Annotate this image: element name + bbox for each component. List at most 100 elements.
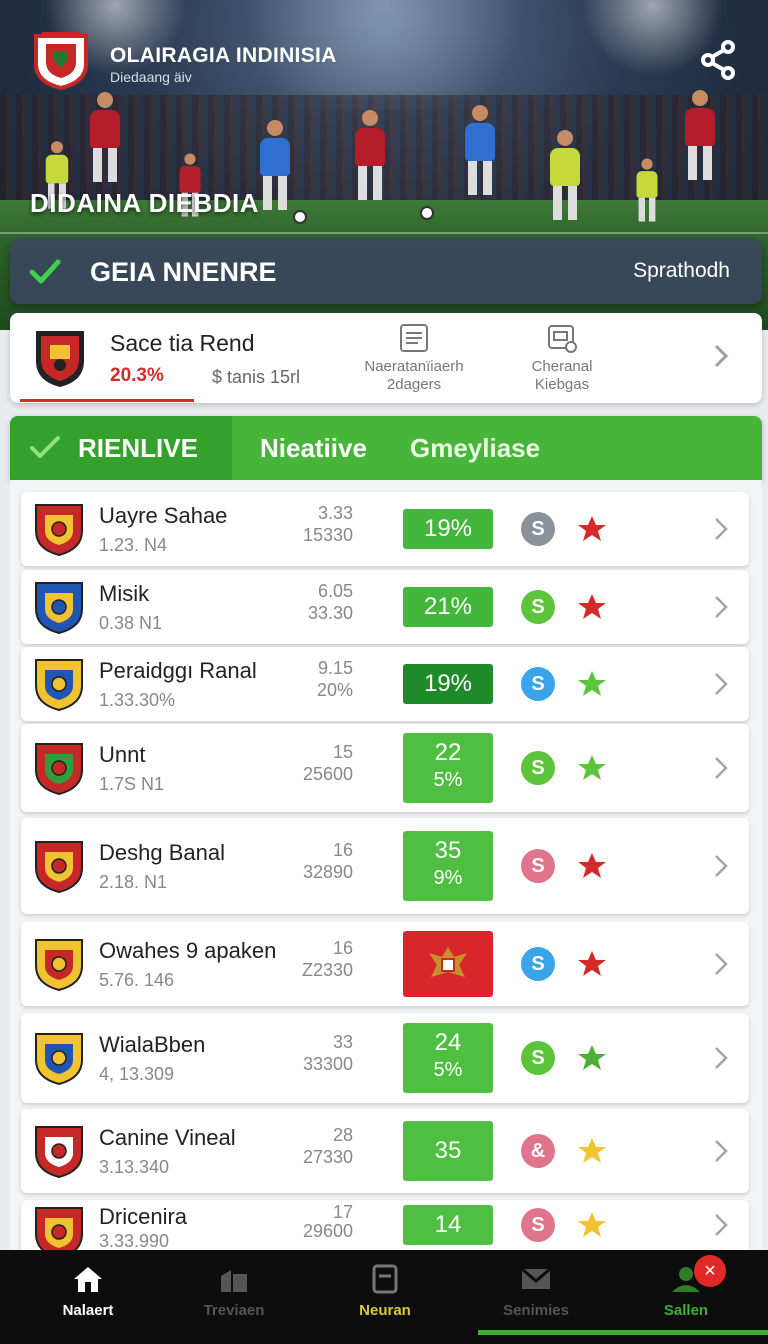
rating-pill[interactable]: 21% — [403, 587, 493, 627]
table-row[interactable]: Deshg Banal 2.18. N1 16 32890 35 9% S — [21, 818, 749, 914]
rating-pill[interactable]: 35 9% — [403, 831, 493, 901]
coin-icon[interactable]: & — [521, 1134, 555, 1168]
team-stat1: 15 — [332, 742, 353, 762]
tab-gmeyliase[interactable]: Gmeyliase — [410, 433, 540, 464]
action2-label[interactable]: Cheranal Kiebgas — [510, 358, 614, 394]
team-sub: 1.7S N1 — [99, 774, 165, 794]
buildings-icon — [221, 1270, 247, 1292]
chevron-right-icon[interactable] — [711, 671, 731, 697]
status-right-label[interactable]: Sprathodh — [633, 259, 730, 283]
share-icon[interactable] — [696, 38, 740, 82]
star-icon[interactable] — [577, 851, 607, 881]
team-crest-icon — [35, 1126, 83, 1179]
chevron-right-icon[interactable] — [711, 1212, 731, 1238]
rating-pill[interactable]: 19% — [403, 664, 493, 704]
nav-item-mail[interactable]: Senimies — [476, 1264, 596, 1334]
rating-value: 19% — [423, 670, 473, 697]
team-stat2: 33300 — [302, 1054, 353, 1074]
chevron-right-icon[interactable] — [711, 594, 731, 620]
rating-value: 35 — [434, 1137, 462, 1164]
table-row[interactable]: Owahes 9 apaken 5.76. 146 16 Z2330 S — [21, 922, 749, 1006]
team-name: Canine Vineal — [99, 1125, 236, 1150]
nav-item-home[interactable]: Nalaert — [28, 1264, 148, 1334]
document-icon[interactable] — [398, 323, 430, 353]
team-sub: 1.33.30% — [99, 690, 176, 710]
chevron-right-icon[interactable] — [711, 755, 731, 781]
status-bar[interactable]: GEIA NNENRE Sprathodh — [10, 238, 762, 304]
table-row[interactable]: Canine Vineal 3.13.340 28 27330 35 & — [21, 1109, 749, 1193]
star-icon[interactable] — [577, 1136, 607, 1166]
team-sub: 3.13.340 — [99, 1157, 170, 1177]
pitch-line — [0, 232, 768, 234]
team-stat2: 25600 — [302, 764, 353, 784]
coin-icon[interactable]: S — [521, 947, 555, 981]
star-icon[interactable] — [577, 949, 607, 979]
nav-item-news[interactable]: Neuran — [325, 1264, 445, 1334]
action1-label[interactable]: Naeratanïiaerh 2dagers — [342, 358, 486, 394]
team-sub: 4, 13.309 — [99, 1064, 175, 1084]
table-row[interactable]: WialaBben 4, 13.309 33 33300 24 5% S — [21, 1013, 749, 1103]
tab-nieatiive[interactable]: Nieatiive — [260, 433, 367, 464]
nav-item-buildings[interactable]: Treviaen — [174, 1264, 294, 1334]
home-icon — [74, 1267, 102, 1292]
star-icon[interactable] — [577, 1043, 607, 1073]
nav-item-profile[interactable]: Sallen — [626, 1264, 746, 1334]
table-row[interactable]: Misik 0.38 N1 6.05 33.30 21% S — [21, 570, 749, 644]
team-stat2: 32890 — [302, 862, 353, 882]
table-row[interactable]: Dricenira 3.33.990 17 29600 14 S — [21, 1200, 749, 1260]
team-crest-icon — [35, 1033, 83, 1086]
team-sub: 5.76. 146 — [99, 970, 175, 990]
team-crest-icon — [35, 504, 83, 557]
rating-pill[interactable]: 19% — [403, 509, 493, 549]
notification-badge[interactable]: × — [694, 1255, 726, 1287]
chevron-right-icon[interactable] — [711, 1138, 731, 1164]
rating-value: 19% — [423, 515, 473, 542]
chevron-right-icon[interactable] — [711, 853, 731, 879]
team-crest-icon — [36, 331, 84, 387]
chevron-right-icon[interactable] — [710, 341, 732, 371]
team-sub: 0.38 N1 — [99, 613, 163, 633]
tab-rienlive[interactable]: RIENLIVE — [78, 433, 198, 464]
featured-team-card[interactable]: Sace tia Rend 20.3% $ tanis 15rl Naerata… — [10, 313, 762, 403]
chevron-right-icon[interactable] — [711, 951, 731, 977]
nav-label-news: Neuran — [359, 1302, 411, 1319]
table-row[interactable]: Uayre Sahae 1.23. N4 3.33 15330 19% S — [21, 492, 749, 566]
team-stat1: 33 — [332, 1032, 353, 1052]
featured-team-name: Sace tia Rend — [110, 330, 255, 356]
table-row[interactable]: Peraidggı Ranal 1.33.30% 9.15 20% 19% S — [21, 647, 749, 721]
rating-subvalue: 5% — [433, 1059, 463, 1081]
team-crest-icon — [35, 743, 83, 796]
star-icon[interactable] — [577, 669, 607, 699]
coin-icon[interactable]: S — [521, 1041, 555, 1075]
rating-subvalue: 5% — [433, 769, 463, 791]
coin-icon[interactable]: S — [521, 1208, 555, 1242]
coin-icon[interactable]: S — [521, 751, 555, 785]
coin-icon[interactable]: S — [521, 512, 555, 546]
rating-pill[interactable]: 22 5% — [403, 733, 493, 803]
player-figure — [90, 92, 120, 182]
team-name: Misik — [99, 581, 150, 606]
team-stat1: 6.05 — [317, 581, 353, 601]
table-row[interactable]: Unnt 1.7S N1 15 25600 22 5% S — [21, 724, 749, 812]
chevron-right-icon[interactable] — [711, 516, 731, 542]
rating-pill[interactable]: 35 — [403, 1121, 493, 1181]
coin-icon[interactable]: S — [521, 590, 555, 624]
player-figure — [260, 120, 290, 210]
rating-pill[interactable]: 14 — [403, 1205, 493, 1245]
rating-subvalue: 9% — [433, 867, 463, 889]
team-stat2: 20% — [316, 680, 353, 700]
player-figure — [636, 158, 658, 222]
team-stat2: 29600 — [302, 1221, 353, 1241]
rating-pill[interactable] — [403, 931, 493, 997]
chevron-right-icon[interactable] — [711, 1045, 731, 1071]
star-icon[interactable] — [577, 753, 607, 783]
coin-icon[interactable]: S — [521, 667, 555, 701]
team-name: Uayre Sahae — [99, 503, 228, 528]
coin-icon[interactable]: S — [521, 849, 555, 883]
star-icon[interactable] — [577, 1210, 607, 1240]
rating-pill[interactable]: 24 5% — [403, 1023, 493, 1093]
star-icon[interactable] — [577, 514, 607, 544]
team-stat1: 17 — [332, 1202, 353, 1222]
star-icon[interactable] — [577, 592, 607, 622]
calendar-check-icon[interactable] — [546, 323, 578, 353]
